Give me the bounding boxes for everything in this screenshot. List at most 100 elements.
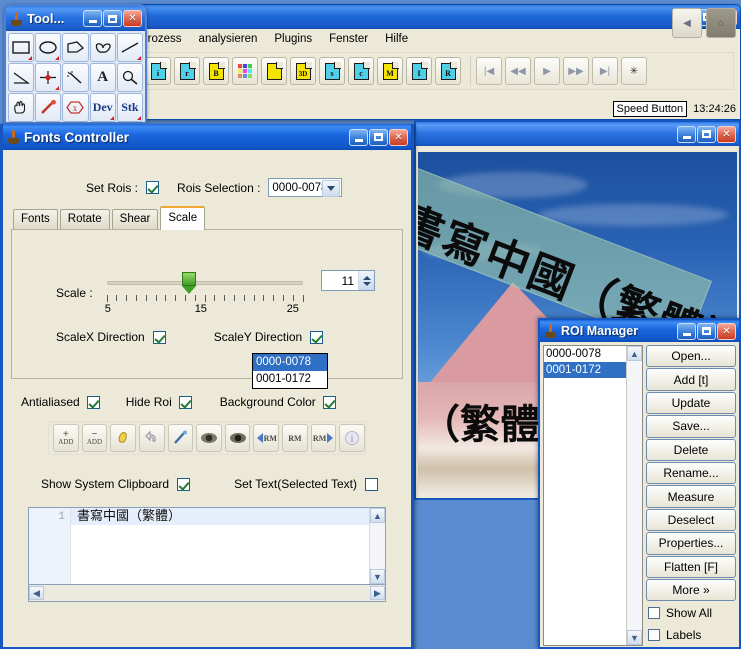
- play-button[interactable]: ▶: [534, 57, 560, 85]
- maximize-button[interactable]: [103, 10, 122, 27]
- close-icon[interactable]: ✕: [717, 323, 736, 340]
- speed-button[interactable]: ✳: [621, 57, 647, 85]
- hide-roi-checkbox[interactable]: [179, 396, 192, 409]
- deselect-button[interactable]: Deselect: [646, 509, 736, 531]
- rm-prev-button[interactable]: RM: [253, 424, 279, 452]
- maximize-button[interactable]: [697, 126, 716, 143]
- scroll-up-icon[interactable]: ▲: [370, 508, 385, 523]
- roi-list[interactable]: 0000-0078 0001-0172 ▲ ▼: [543, 345, 643, 646]
- back-button[interactable]: ◀: [672, 8, 702, 38]
- properties-button[interactable]: Properties...: [646, 532, 736, 554]
- set-text-checkbox[interactable]: [365, 478, 378, 491]
- spinner-arrows[interactable]: [358, 271, 374, 290]
- wand-tool[interactable]: [62, 63, 88, 92]
- rectangle-tool[interactable]: [8, 33, 34, 62]
- text-tool[interactable]: A: [90, 63, 116, 92]
- scale-button[interactable]: s: [319, 57, 345, 85]
- rois-selection-dropdown[interactable]: 0000-0078 0001-0172: [252, 353, 328, 389]
- last-frame-button[interactable]: ▶|: [592, 57, 618, 85]
- roi-button[interactable]: R: [435, 57, 461, 85]
- scalex-checkbox[interactable]: [153, 331, 166, 344]
- text-editor[interactable]: 1 書寫中國（繁體） ▲ ▼: [28, 507, 386, 585]
- labels-checkbox[interactable]: [648, 629, 660, 641]
- maximize-button[interactable]: [697, 323, 716, 340]
- show-all-checkbox[interactable]: [648, 607, 660, 619]
- oval-tool[interactable]: [35, 33, 61, 62]
- minimize-button[interactable]: [349, 129, 368, 146]
- scale-spinner[interactable]: 11: [321, 270, 375, 291]
- add-button[interactable]: Add [t]: [646, 368, 736, 390]
- three-d-button[interactable]: 3D: [290, 57, 316, 85]
- add-roi-button[interactable]: +ADD: [53, 424, 79, 452]
- freehand-tool[interactable]: [90, 33, 116, 62]
- info-button[interactable]: i: [339, 424, 365, 452]
- chevron-down-icon[interactable]: [322, 180, 340, 197]
- scaley-checkbox[interactable]: [310, 331, 323, 344]
- antialiased-checkbox[interactable]: [87, 396, 100, 409]
- angle-tool[interactable]: [8, 63, 34, 92]
- undo-button[interactable]: [139, 424, 165, 452]
- maximize-button[interactable]: [369, 129, 388, 146]
- brightness-button[interactable]: B: [203, 57, 229, 85]
- dropdown-option-1[interactable]: 0001-0172: [253, 371, 327, 388]
- hand-tool[interactable]: [8, 93, 34, 122]
- scale-slider[interactable]: 5 15 25: [107, 272, 303, 312]
- eye-closed-button[interactable]: [225, 424, 251, 452]
- slider-thumb[interactable]: [182, 272, 196, 294]
- first-frame-button[interactable]: |◀: [476, 57, 502, 85]
- rename-button[interactable]: r: [174, 57, 200, 85]
- more-button[interactable]: More »: [646, 579, 736, 601]
- menu-fenster[interactable]: Fenster: [329, 33, 368, 45]
- crop-button[interactable]: c: [348, 57, 374, 85]
- background-color-checkbox[interactable]: [323, 396, 336, 409]
- flatten-button[interactable]: Flatten [F]: [646, 556, 736, 578]
- dropdown-option-0[interactable]: 0000-0078: [253, 354, 327, 371]
- roi-list-scrollbar[interactable]: ▲ ▼: [626, 346, 642, 645]
- menu-hilfe[interactable]: Hilfe: [385, 33, 408, 45]
- measure-button[interactable]: Measure: [646, 485, 736, 507]
- search-button[interactable]: ⌂: [706, 8, 736, 38]
- scroll-down-icon[interactable]: ▼: [370, 569, 385, 584]
- blank-page-button[interactable]: [261, 57, 287, 85]
- eye-open-button[interactable]: [196, 424, 222, 452]
- rm-next-button[interactable]: RM: [311, 424, 337, 452]
- rois-selection-combobox[interactable]: 0000-0078: [268, 178, 342, 197]
- editor-horizontal-scrollbar[interactable]: ◀ ▶: [28, 585, 386, 602]
- close-icon[interactable]: ✕: [123, 10, 142, 27]
- close-icon[interactable]: ✕: [717, 126, 736, 143]
- remove-roi-button[interactable]: −ADD: [82, 424, 108, 452]
- show-clipboard-checkbox[interactable]: [177, 478, 190, 491]
- highlight-button[interactable]: [110, 424, 136, 452]
- image-button[interactable]: I: [406, 57, 432, 85]
- scroll-left-icon[interactable]: ◀: [29, 586, 44, 600]
- rename-button[interactable]: Rename...: [646, 462, 736, 484]
- editor-line-1[interactable]: 書寫中國（繁體）: [71, 508, 369, 525]
- tab-shear[interactable]: Shear: [112, 209, 159, 229]
- rewind-button[interactable]: ◀◀: [505, 57, 531, 85]
- color-palette-button[interactable]: [232, 57, 258, 85]
- dropper-tool[interactable]: [35, 93, 61, 122]
- tab-rotate[interactable]: Rotate: [60, 209, 110, 229]
- scroll-right-icon[interactable]: ▶: [370, 586, 385, 600]
- line-tool[interactable]: [117, 33, 143, 62]
- brush-button[interactable]: [168, 424, 194, 452]
- scroll-down-icon[interactable]: ▼: [627, 630, 642, 645]
- editor-content[interactable]: 書寫中國（繁體）: [71, 508, 369, 584]
- stk-tool[interactable]: Stk: [117, 93, 143, 122]
- rm-button[interactable]: RM: [282, 424, 308, 452]
- point-tool[interactable]: [35, 63, 61, 92]
- open-button[interactable]: Open...: [646, 345, 736, 367]
- tab-fonts[interactable]: Fonts: [13, 209, 58, 229]
- editor-vertical-scrollbar[interactable]: ▲ ▼: [369, 508, 385, 584]
- minimize-button[interactable]: [677, 126, 696, 143]
- cancel-tool[interactable]: x: [62, 93, 88, 122]
- delete-button[interactable]: Delete: [646, 439, 736, 461]
- info-button[interactable]: i: [145, 57, 171, 85]
- set-rois-checkbox[interactable]: [146, 181, 159, 194]
- tab-scale[interactable]: Scale: [160, 206, 205, 230]
- polygon-tool[interactable]: [62, 33, 88, 62]
- save-button[interactable]: Save...: [646, 415, 736, 437]
- minimize-button[interactable]: [677, 323, 696, 340]
- dev-tool[interactable]: Dev: [90, 93, 116, 122]
- minimize-button[interactable]: [83, 10, 102, 27]
